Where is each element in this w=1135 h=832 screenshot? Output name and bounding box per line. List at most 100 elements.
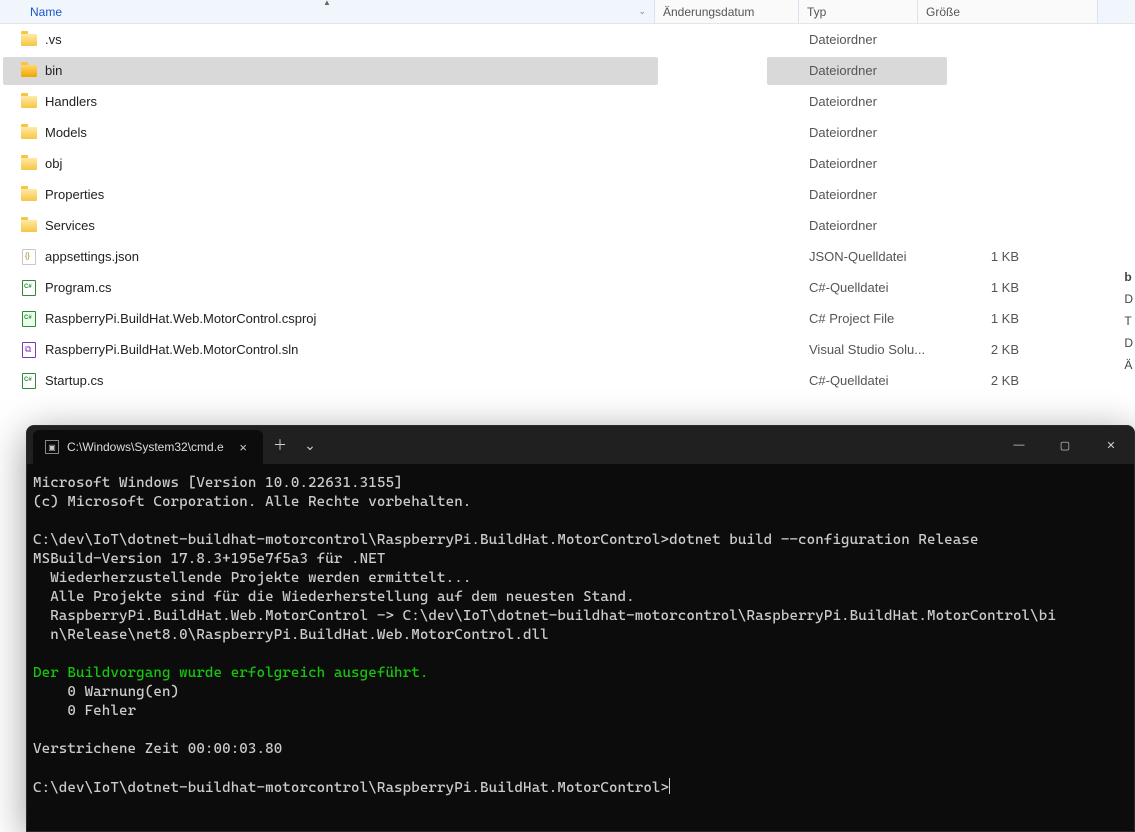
terminal-line: 0 Fehler	[33, 702, 1128, 721]
terminal-line: RaspberryPi.BuildHat.Web.MotorControl ->…	[33, 607, 1128, 626]
file-type: Visual Studio Solu...	[767, 336, 947, 364]
file-row[interactable]: RaspberryPi.BuildHat.Web.MotorControl.cs…	[0, 303, 1135, 334]
file-type: C# Project File	[767, 305, 947, 333]
cell-name[interactable]: Startup.cs	[3, 367, 658, 395]
file-row[interactable]: ModelsDateiordner	[0, 117, 1135, 148]
file-name: Startup.cs	[45, 373, 104, 388]
terminal-line	[33, 645, 1128, 664]
cell-name[interactable]: Services	[3, 212, 658, 240]
file-row[interactable]: Handlers Dateiordner	[0, 86, 1135, 117]
file-name: Handlers	[45, 94, 97, 109]
file-name: obj	[45, 156, 62, 171]
cell-name[interactable]: RaspberryPi.BuildHat.Web.MotorControl.sl…	[3, 336, 658, 364]
file-row[interactable]: bin Dateiordner	[0, 55, 1135, 86]
file-size: 2 KB	[947, 373, 1027, 388]
cell-name[interactable]: .vs	[3, 26, 658, 54]
terminal-line: Microsoft Windows [Version 10.0.22631.31…	[33, 474, 1128, 493]
cell-name[interactable]: Program.cs	[3, 274, 658, 302]
file-size: 1 KB	[947, 249, 1027, 264]
cell-name[interactable]: Properties	[3, 181, 658, 209]
file-type: Dateiordner	[767, 88, 947, 116]
folder-icon	[21, 32, 37, 48]
file-name: .vs	[45, 32, 62, 47]
file-row[interactable]: RaspberryPi.BuildHat.Web.MotorControl.sl…	[0, 334, 1135, 365]
file-size: 1 KB	[947, 280, 1027, 295]
file-type: JSON-Quelldatei	[767, 243, 947, 271]
file-type: Dateiordner	[767, 26, 947, 54]
details-pane-letter: D	[1124, 288, 1133, 310]
details-pane-fragment: bDTDÄ	[1124, 266, 1133, 376]
column-header-label: Änderungsdatum	[663, 5, 754, 19]
cell-name[interactable]: obj	[3, 150, 658, 178]
titlebar-spacer	[325, 426, 996, 464]
folder-icon	[21, 94, 37, 110]
cell-name[interactable]: RaspberryPi.BuildHat.Web.MotorControl.cs…	[3, 305, 658, 333]
file-name: RaspberryPi.BuildHat.Web.MotorControl.cs…	[45, 311, 316, 326]
terminal-line: 0 Warnung(en)	[33, 683, 1128, 702]
column-header-date[interactable]: Änderungsdatum	[655, 0, 799, 23]
column-header-label: Name	[30, 5, 62, 19]
tab-close-button[interactable]: ×	[235, 440, 251, 455]
details-pane-letter: b	[1124, 266, 1133, 288]
folder-icon	[21, 156, 37, 172]
terminal-line	[33, 721, 1128, 740]
terminal-line: Verstrichene Zeit 00:00:03.80	[33, 740, 1128, 759]
csharp-file-icon	[21, 280, 37, 296]
column-header-label: Größe	[926, 5, 960, 19]
folder-icon	[21, 125, 37, 141]
file-name: RaspberryPi.BuildHat.Web.MotorControl.sl…	[45, 342, 298, 357]
minimize-button[interactable]: —	[996, 426, 1042, 464]
file-type: Dateiordner	[767, 181, 947, 209]
terminal-window: ▣ C:\Windows\System32\cmd.e × ＋ ⌄ — ▢ ✕ …	[26, 425, 1135, 832]
file-row[interactable]: obj Dateiordner	[0, 148, 1135, 179]
terminal-line: n\Release\net8.0\RaspberryPi.BuildHat.We…	[33, 626, 1128, 645]
cell-name[interactable]: bin	[3, 57, 658, 85]
sort-asc-icon: ▲	[323, 0, 331, 7]
folder-icon	[21, 218, 37, 234]
file-row[interactable]: Program.cs C#-Quelldatei1 KB	[0, 272, 1135, 303]
file-name: Properties	[45, 187, 104, 202]
terminal-line: Wiederherzustellende Projekte werden erm…	[33, 569, 1128, 588]
file-row[interactable]: Services Dateiordner	[0, 210, 1135, 241]
details-pane-letter: T	[1124, 310, 1133, 332]
new-tab-button[interactable]: ＋	[265, 426, 295, 464]
file-row[interactable]: Startup.csC#-Quelldatei2 KB	[0, 365, 1135, 396]
file-size: 2 KB	[947, 342, 1027, 357]
tab-dropdown-button[interactable]: ⌄	[295, 426, 325, 464]
csproj-file-icon	[21, 311, 37, 327]
column-header-type[interactable]: Typ	[799, 0, 918, 23]
terminal-tab[interactable]: ▣ C:\Windows\System32\cmd.e ×	[33, 430, 263, 464]
folder-icon	[21, 187, 37, 203]
terminal-line	[33, 759, 1128, 778]
file-row[interactable]: appsettings.json JSON-Quelldatei1 KB	[0, 241, 1135, 272]
cell-name[interactable]: Handlers	[3, 88, 658, 116]
file-type: C#-Quelldatei	[767, 274, 947, 302]
column-header-name[interactable]: Name ▲ ⌄	[0, 0, 655, 23]
solution-file-icon	[21, 342, 37, 358]
terminal-titlebar[interactable]: ▣ C:\Windows\System32\cmd.e × ＋ ⌄ — ▢ ✕	[27, 426, 1134, 464]
file-name: Program.cs	[45, 280, 111, 295]
file-name: bin	[45, 63, 62, 78]
maximize-button[interactable]: ▢	[1042, 426, 1088, 464]
file-row[interactable]: Properties Dateiordner	[0, 179, 1135, 210]
terminal-line: C:\dev\IoT\dotnet-buildhat-motorcontrol\…	[33, 778, 1128, 798]
folder-open-icon	[21, 63, 37, 79]
file-type: Dateiordner	[767, 150, 947, 178]
file-type: Dateiordner	[767, 57, 947, 85]
file-rows: .vs Dateiordner bin Dateiordner Handlers Date…	[0, 24, 1135, 396]
column-header-size[interactable]: Größe	[918, 0, 1098, 23]
close-button[interactable]: ✕	[1088, 426, 1134, 464]
chevron-down-icon[interactable]: ⌄	[638, 6, 646, 17]
details-pane-letter: Ä	[1124, 354, 1133, 376]
cell-name[interactable]: appsettings.json	[3, 243, 658, 271]
terminal-line	[33, 512, 1128, 531]
file-name: Services	[45, 218, 95, 233]
json-file-icon	[21, 249, 37, 265]
csharp-file-icon	[21, 373, 37, 389]
cell-name[interactable]: Models	[3, 119, 658, 147]
terminal-line: Der Buildvorgang wurde erfolgreich ausge…	[33, 664, 1128, 683]
file-row[interactable]: .vs Dateiordner	[0, 24, 1135, 55]
terminal-line: Alle Projekte sind für die Wiederherstel…	[33, 588, 1128, 607]
file-type: Dateiordner	[767, 212, 947, 240]
terminal-output[interactable]: Microsoft Windows [Version 10.0.22631.31…	[27, 464, 1134, 804]
